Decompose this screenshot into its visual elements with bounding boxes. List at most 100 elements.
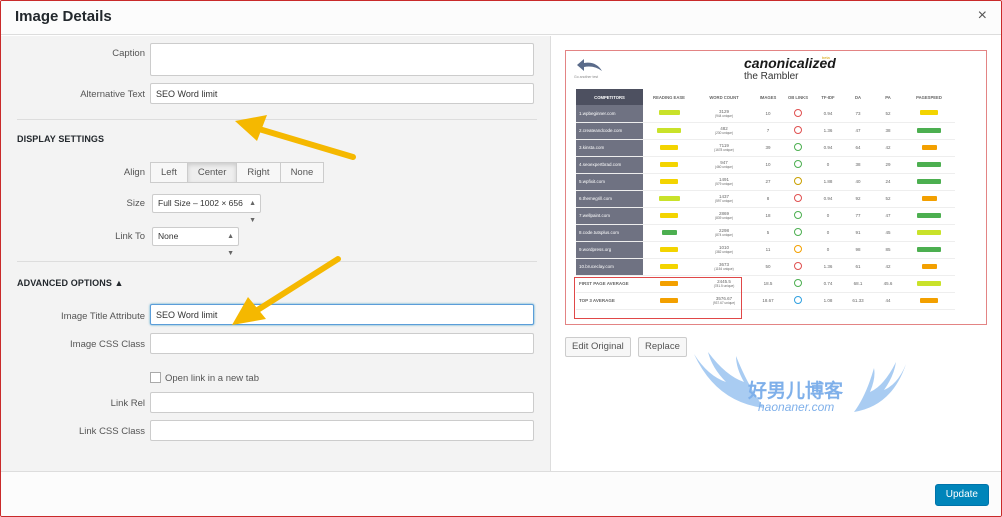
competitor-name: 8.code.tutsplus.com bbox=[576, 224, 643, 242]
link-css-class-input[interactable] bbox=[150, 420, 534, 441]
da-cell: 98 bbox=[843, 241, 873, 259]
image-css-class-input[interactable] bbox=[150, 333, 534, 354]
tfidf-cell: 1.88 bbox=[813, 173, 843, 191]
pa-cell: 45 bbox=[873, 224, 903, 242]
reading-ease-bar bbox=[661, 229, 677, 235]
images-cell: 11 bbox=[753, 241, 783, 259]
tfidf-cell: 0.94 bbox=[813, 105, 843, 123]
settings-panel: Caption Alternative Text SEO Word limit … bbox=[1, 36, 551, 471]
edit-original-button[interactable]: Edit Original bbox=[565, 337, 631, 357]
ob-links-gauge bbox=[794, 194, 802, 202]
size-select[interactable]: Full Size – 1002 × 656 ▲ ▼ bbox=[152, 194, 261, 224]
close-icon[interactable]: × bbox=[978, 7, 987, 25]
pagespeed-cell bbox=[903, 258, 955, 276]
ob-links-gauge bbox=[794, 262, 802, 270]
table-header-cell: COMPETITORS bbox=[576, 89, 643, 105]
table-row: 1.wpbeginner.com 3129 (944 unique) 10 0.94 73… bbox=[576, 105, 955, 123]
table-header-cell: WORD COUNT bbox=[709, 94, 739, 100]
ob-links-cell bbox=[783, 156, 813, 174]
pagespeed-cell bbox=[903, 190, 955, 208]
pagespeed-bar bbox=[917, 229, 941, 235]
align-right-button[interactable]: Right bbox=[236, 162, 281, 183]
divider bbox=[17, 119, 537, 120]
competitor-name: 2.createandcode.com bbox=[576, 122, 643, 140]
pagespeed-bar bbox=[917, 127, 941, 133]
link-rel-input[interactable] bbox=[150, 392, 534, 413]
da-cell: 61.33 bbox=[843, 292, 873, 310]
tfidf-cell: 0 bbox=[813, 224, 843, 242]
size-label: Size bbox=[126, 198, 145, 209]
word-count-cell: 7119 (1678 unique) bbox=[695, 139, 753, 157]
ob-links-gauge bbox=[794, 228, 802, 236]
tfidf-cell: 0 bbox=[813, 241, 843, 259]
table-header-cell: PAGESPEED bbox=[916, 94, 942, 100]
table-row: 10.bruceclay.com 3673 (1154 unique) 50 1.36 6… bbox=[576, 258, 955, 276]
word-count-cell: 482 (230 unique) bbox=[695, 122, 753, 140]
reading-ease-cell bbox=[643, 105, 695, 123]
image-preview-panel: Go another test canonicalized beta the R… bbox=[552, 36, 1001, 471]
competitor-name: 6.themegrill.com bbox=[576, 190, 643, 208]
table-header-cell: DA bbox=[854, 94, 862, 100]
pagespeed-bar bbox=[921, 195, 937, 201]
pa-cell: 45.6 bbox=[873, 275, 903, 293]
ob-links-gauge bbox=[794, 177, 802, 185]
competitor-name: 9.wordpress.org bbox=[576, 241, 643, 259]
alt-text-input[interactable]: SEO Word limit bbox=[150, 83, 534, 104]
da-cell: 73 bbox=[843, 105, 873, 123]
align-label: Align bbox=[123, 167, 145, 178]
alt-text-label: Alternative Text bbox=[80, 89, 145, 100]
tfidf-cell: 1.36 bbox=[813, 122, 843, 140]
replace-button[interactable]: Replace bbox=[638, 337, 687, 357]
reading-ease-bar bbox=[660, 246, 678, 252]
competitor-name: 7.wellpaint.com bbox=[576, 207, 643, 225]
image-details-dialog: Image Details × Caption Alternative Text… bbox=[0, 0, 1002, 517]
da-cell: 61 bbox=[843, 258, 873, 276]
reading-ease-cell bbox=[643, 241, 695, 259]
advanced-options-toggle[interactable]: ADVANCED OPTIONS ▲ bbox=[17, 278, 124, 288]
reading-ease-bar bbox=[660, 144, 678, 150]
select-chevron-icon: ▲ ▼ bbox=[249, 200, 256, 224]
update-button[interactable]: Update bbox=[934, 484, 989, 506]
caption-textarea[interactable] bbox=[150, 43, 534, 76]
pa-cell: 24 bbox=[873, 173, 903, 191]
word-count-cell: 2869 (839 unique) bbox=[695, 207, 753, 225]
ob-links-gauge bbox=[794, 143, 802, 151]
reading-ease-bar bbox=[660, 178, 678, 184]
align-center-button[interactable]: Center bbox=[186, 162, 238, 183]
image-css-class-label: Image CSS Class bbox=[70, 339, 145, 350]
pa-cell: 85 bbox=[873, 241, 903, 259]
ob-links-cell bbox=[783, 292, 813, 310]
pagespeed-cell bbox=[903, 173, 955, 191]
pagespeed-bar bbox=[921, 144, 937, 150]
ob-links-gauge bbox=[794, 160, 802, 168]
brand-subtitle: the Rambler bbox=[744, 71, 799, 82]
dialog-footer: Update bbox=[1, 471, 1001, 516]
ob-links-gauge bbox=[794, 108, 802, 117]
align-left-button[interactable]: Left bbox=[150, 162, 188, 183]
align-none-button[interactable]: None bbox=[279, 162, 325, 183]
link-css-class-label: Link CSS Class bbox=[79, 426, 145, 437]
link-to-select-value: None bbox=[158, 231, 179, 241]
image-title-input[interactable]: SEO Word limit bbox=[150, 304, 534, 325]
highlight-box bbox=[574, 277, 742, 319]
new-tab-label: Open link in a new tab bbox=[165, 373, 260, 384]
reading-ease-bar bbox=[657, 127, 681, 133]
ob-links-cell bbox=[783, 139, 813, 157]
pagespeed-cell bbox=[903, 139, 955, 157]
divider bbox=[17, 261, 537, 262]
reading-ease-bar bbox=[658, 195, 680, 201]
new-tab-checkbox[interactable] bbox=[150, 372, 161, 383]
images-cell: 39 bbox=[753, 139, 783, 157]
back-link-text: Go another test bbox=[574, 75, 599, 79]
link-to-select[interactable]: None ▲ ▼ bbox=[152, 227, 239, 257]
pagespeed-bar bbox=[921, 263, 937, 269]
da-cell: 68.1 bbox=[843, 275, 873, 293]
ob-links-cell bbox=[783, 275, 813, 293]
reading-ease-cell bbox=[643, 122, 695, 140]
pagespeed-bar bbox=[917, 161, 941, 167]
reading-ease-bar bbox=[660, 263, 678, 269]
competitor-name: 1.wpbeginner.com bbox=[576, 105, 643, 123]
pa-cell: 42 bbox=[873, 258, 903, 276]
pagespeed-cell bbox=[903, 224, 955, 242]
reading-ease-cell bbox=[643, 258, 695, 276]
